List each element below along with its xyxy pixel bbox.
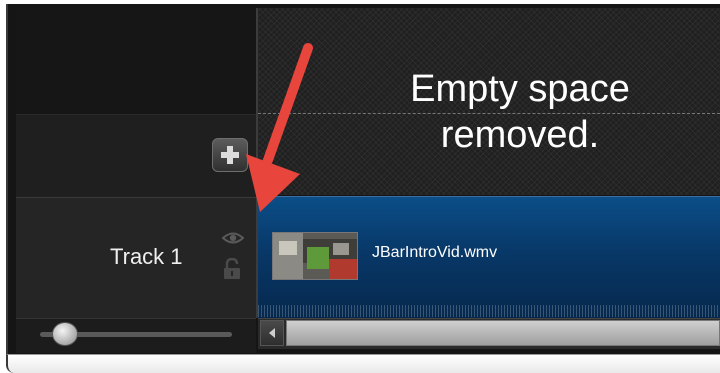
annotation-caption: Empty space removed. <box>360 66 680 158</box>
lock-icon[interactable] <box>222 257 242 284</box>
zoom-slider-thumb[interactable] <box>52 322 78 346</box>
scroll-left-button[interactable] <box>260 320 284 346</box>
window-bottom-edge <box>6 354 720 373</box>
annotation-arrow-icon <box>246 43 313 212</box>
track-name: Track 1 <box>110 244 183 269</box>
scrollbar-thumb[interactable] <box>286 320 720 346</box>
caption-line-1: Empty space <box>410 68 630 110</box>
arrow-left-icon <box>269 328 275 338</box>
clip-name: JBarIntroVid.wmv <box>372 244 498 261</box>
track-header-empty-area <box>16 8 256 113</box>
audio-waveform <box>258 305 720 317</box>
caption-line-2: removed. <box>440 114 600 156</box>
eye-icon[interactable] <box>221 230 245 250</box>
clip-thumbnail[interactable] <box>272 232 358 280</box>
